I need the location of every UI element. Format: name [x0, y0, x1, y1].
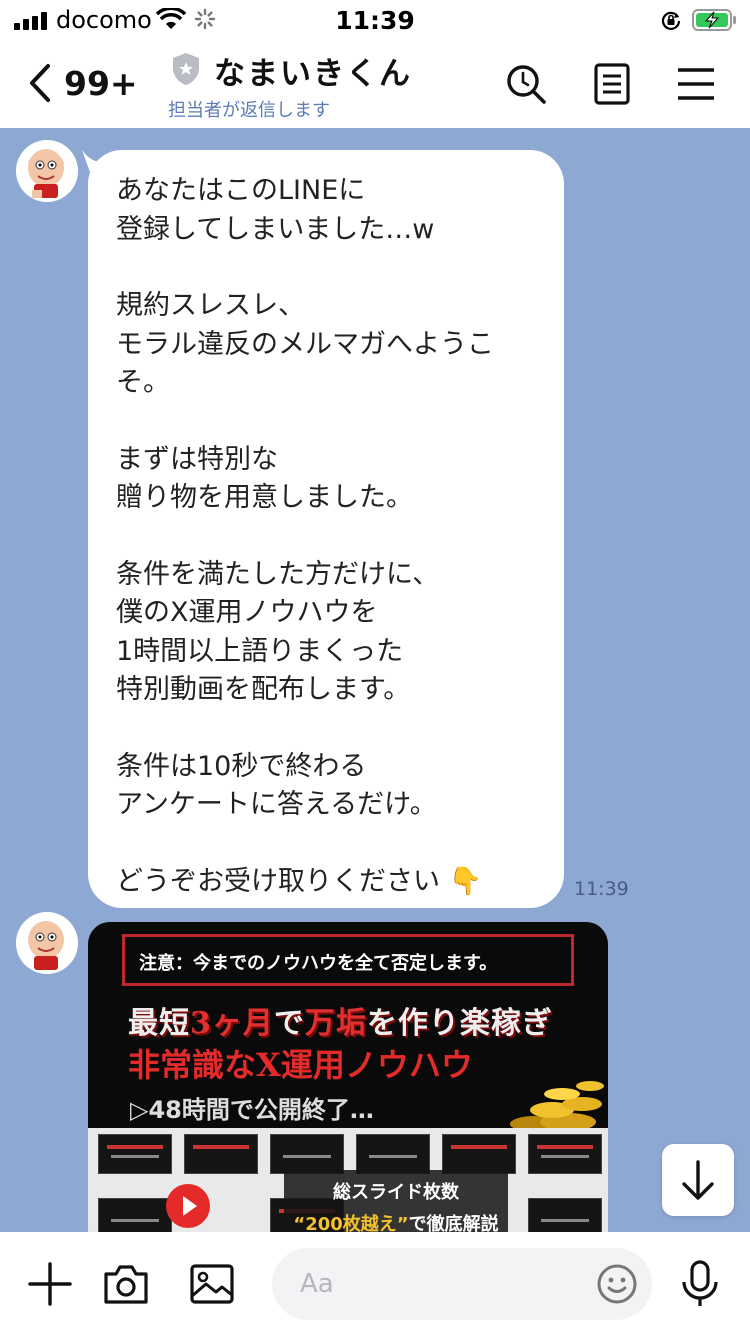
- message-input[interactable]: [272, 1248, 652, 1320]
- coins-icon: [510, 1081, 604, 1132]
- message-paragraph: 条件は10秒で終わる アンケートに答えるだけ。: [116, 750, 437, 821]
- slide-thumb: [270, 1134, 344, 1174]
- mic-icon[interactable]: [674, 1258, 726, 1310]
- slide-thumb: [184, 1134, 258, 1174]
- avatar[interactable]: [16, 140, 78, 202]
- warning-banner: 注意：今までのノウハウを全て否定します。: [122, 934, 574, 986]
- avatar[interactable]: [16, 912, 78, 974]
- message-time: 11:39: [574, 878, 629, 900]
- chat-header: 99+ なまいきくん 担当者が返信します: [0, 40, 750, 128]
- plus-icon[interactable]: [24, 1258, 76, 1310]
- message-paragraph: 条件を満たした方だけに、 僕のX運用ノウハウを 1時間以上語りまくった 特別動画…: [116, 558, 440, 706]
- unread-count[interactable]: 99+: [64, 64, 138, 103]
- slide-thumb: [98, 1198, 172, 1232]
- status-bar: docomo 11:39: [0, 0, 750, 40]
- scroll-down-button[interactable]: [662, 1144, 734, 1216]
- slide-thumb: [442, 1134, 516, 1174]
- slide-count-overlay: 総スライド枚数 “200枚越え”で徹底解説: [284, 1170, 508, 1232]
- message-paragraph: どうぞお受け取りください 👇: [116, 865, 483, 897]
- image-message[interactable]: 注意：今までのノウハウを全て否定します。 最短3ヶ月で万垢を作り楽稼ぎ 非常識な…: [88, 922, 608, 1232]
- play-icon: [166, 1184, 210, 1228]
- chat-subtitle: 担当者が返信します: [168, 100, 330, 121]
- chat-title: なまいきくん: [214, 56, 412, 92]
- status-time: 11:39: [335, 6, 415, 35]
- menu-icon[interactable]: [674, 62, 718, 106]
- message-paragraph: まずは特別な 贈り物を用意しました。: [116, 443, 413, 514]
- emoji-icon[interactable]: [596, 1263, 638, 1305]
- rotation-lock-icon: [661, 11, 681, 30]
- notes-icon[interactable]: [590, 62, 634, 106]
- slide-thumb: [528, 1134, 602, 1174]
- input-bar: [0, 1232, 750, 1334]
- slide-thumb: [356, 1134, 430, 1174]
- message-bubble[interactable]: あなたはこのLINEに 登録してしまいました…w 規約スレスレ、 モラル違反のメ…: [88, 150, 564, 908]
- slide-thumb: [98, 1134, 172, 1174]
- shield-icon: [173, 53, 199, 85]
- message-paragraph: 規約スレスレ、 モラル違反のメルマガへようこ そ。: [116, 290, 494, 398]
- slide-thumbnails: 総スライド枚数 “200枚越え”で徹底解説: [88, 1128, 608, 1232]
- chat-area[interactable]: あなたはこのLINEに 登録してしまいました…w 規約スレスレ、 モラル違反のメ…: [0, 128, 750, 1232]
- message-paragraph: あなたはこのLINEに 登録してしまいました…w: [116, 175, 435, 245]
- battery-icon: [692, 9, 736, 31]
- headline: 最短3ヶ月で万垢を作り楽稼ぎ: [128, 1006, 553, 1041]
- headline-2: 非常識なX運用ノウハウ: [128, 1046, 473, 1084]
- slide-thumb: [528, 1198, 602, 1232]
- deadline-note: ▷48時間で公開終了…: [130, 1096, 374, 1124]
- back-icon[interactable]: [26, 62, 56, 104]
- image-icon[interactable]: [186, 1258, 238, 1310]
- search-icon[interactable]: [504, 62, 548, 106]
- camera-icon[interactable]: [100, 1258, 152, 1310]
